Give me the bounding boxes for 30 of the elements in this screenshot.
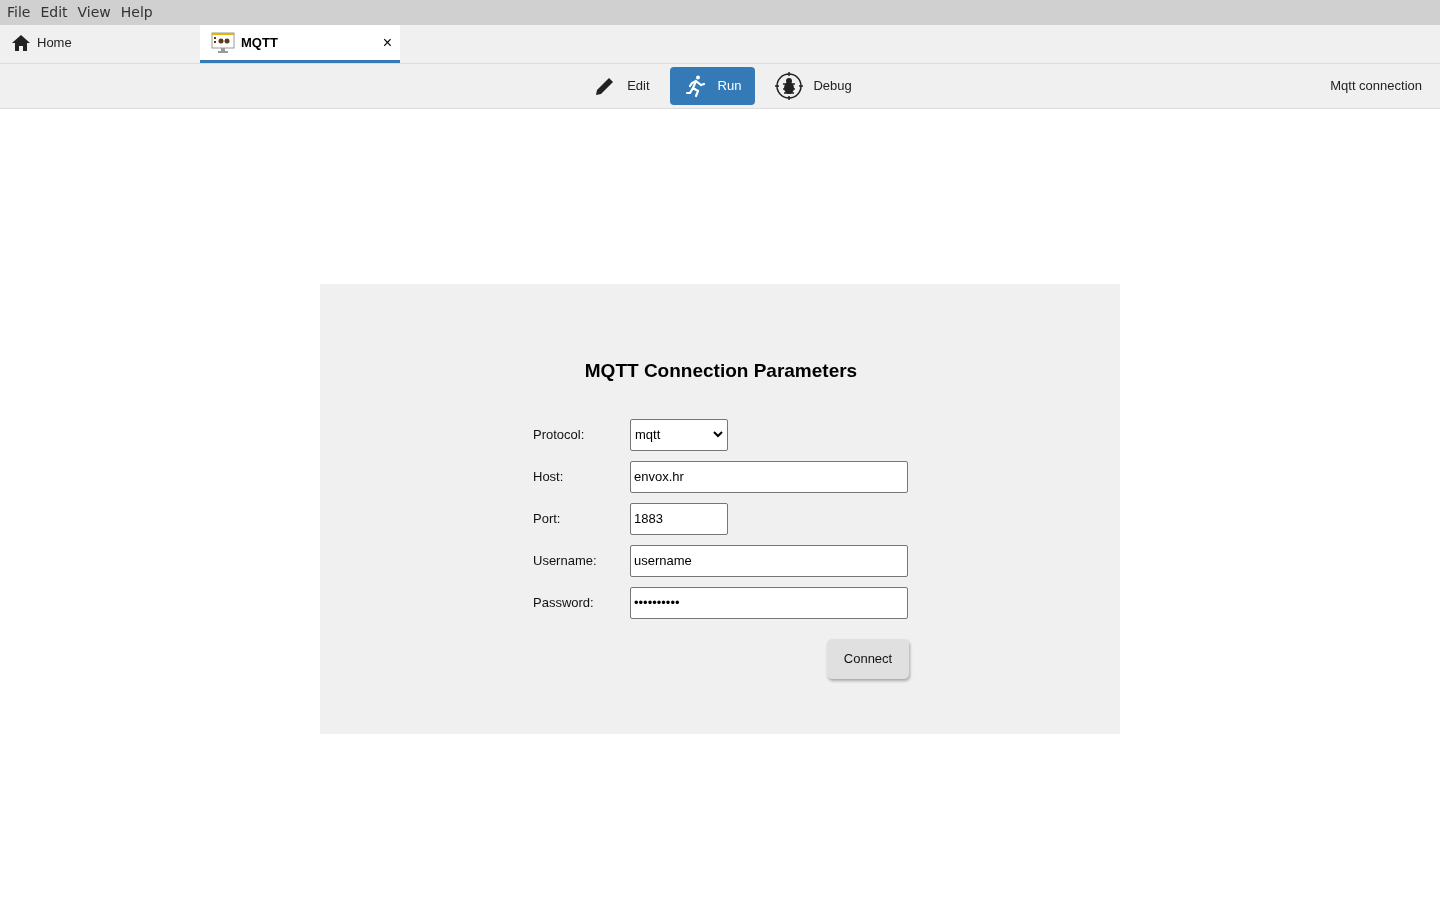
field-label: Protocol: bbox=[533, 425, 586, 444]
field-label: Username: bbox=[533, 551, 598, 570]
mode-button[interactable]: Edit bbox=[579, 67, 664, 105]
input-field[interactable]: username bbox=[630, 544, 908, 577]
menu-item[interactable]: Edit bbox=[35, 2, 73, 23]
field-label: Port: bbox=[533, 509, 562, 528]
tab-label: MQTT bbox=[241, 33, 279, 52]
close-icon[interactable]: × bbox=[382, 30, 392, 55]
input-field[interactable]: envox.hr bbox=[630, 460, 908, 493]
monitor-icon bbox=[211, 31, 235, 54]
tab[interactable]: Home bbox=[0, 25, 200, 63]
tab[interactable]: MQTT × bbox=[200, 25, 400, 63]
form-title: MQTT Connection Parameters bbox=[584, 359, 858, 383]
home-icon bbox=[11, 33, 31, 52]
menu-item[interactable]: File bbox=[2, 2, 36, 23]
input-field[interactable]: 1883 bbox=[630, 502, 728, 535]
field-label: Host: bbox=[533, 467, 565, 486]
mode-button[interactable]: Debug bbox=[761, 67, 866, 105]
page-title: Mqtt connection bbox=[1330, 77, 1422, 96]
mode-button[interactable]: Run bbox=[669, 67, 756, 105]
tab-label: Home bbox=[37, 33, 73, 52]
menu-item[interactable]: View bbox=[72, 2, 116, 23]
connect-button[interactable]: Connect bbox=[827, 638, 909, 679]
running-person-icon bbox=[683, 74, 708, 98]
bug-icon bbox=[775, 72, 804, 100]
menu-item[interactable]: Help bbox=[115, 2, 158, 23]
input-field[interactable]: •••••••••• bbox=[630, 586, 908, 619]
chevron-icon bbox=[713, 431, 723, 438]
field-label: Password: bbox=[533, 593, 595, 612]
protocol-select[interactable]: mqtt bbox=[630, 418, 728, 451]
